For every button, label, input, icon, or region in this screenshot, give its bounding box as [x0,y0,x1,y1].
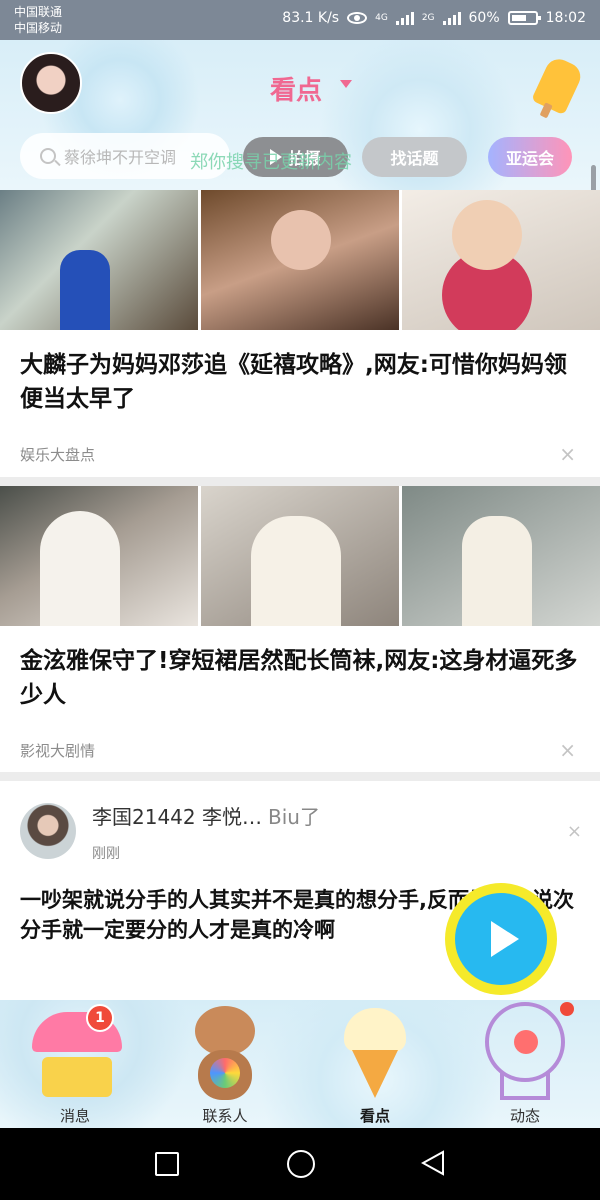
post-author-line[interactable]: 李国21442 李悦… Biu了 [92,801,320,830]
ferris-wheel-icon [480,1002,570,1102]
topic-label: 找话题 [390,149,439,168]
thumbnail-image[interactable] [0,486,198,626]
bear-icon [190,1006,260,1102]
card-source: 娱乐大盘点 [20,446,96,464]
carrier-2: 中国移动 [14,21,63,35]
thumbnail-image[interactable] [201,190,399,330]
recent-apps-icon[interactable] [155,1152,179,1176]
nav-contacts[interactable]: 联系人 [150,1000,300,1128]
play-fab-inner [455,893,547,985]
card-headline[interactable]: 金泫雅保守了!穿短裙居然配长筒袜,网友:这身材逼死多少人 [0,626,600,718]
carrier-1: 中国联通 [14,5,63,19]
status-bar: 中国联通 中国移动 83.1 K/s 4G 2G 60% 18:02 [0,0,600,40]
clock: 18:02 [545,10,586,26]
nav-messages[interactable]: 1 消息 [0,1000,150,1128]
close-icon[interactable]: × [567,821,582,842]
signal-icon [395,11,414,25]
find-topic-button[interactable]: 找话题 [362,137,467,177]
network-type-1: 4G [375,13,388,23]
card-meta: 娱乐大盘点 × [0,422,600,477]
post-author: 李国21442 李悦… [92,805,262,829]
chevron-down-icon[interactable] [340,80,352,88]
user-avatar[interactable] [20,803,76,859]
nav-messages-label: 消息 [59,1107,90,1125]
play-icon [491,921,519,957]
thumbnail-image[interactable] [402,190,600,330]
thumbnail-row [0,486,600,626]
unread-badge: 1 [86,1004,114,1032]
home-icon[interactable] [287,1150,315,1178]
back-icon[interactable] [421,1150,445,1176]
thumbnail-row [0,190,600,330]
header: 看点 蔡徐坤不开空调 拍摄 找话题 亚运会 郑你搜寻已更新内容 [0,40,600,205]
post-time: 刚刚 [92,846,120,862]
system-nav-bar [0,1128,600,1200]
signal-icon [442,11,461,25]
search-icon [40,148,56,164]
popsicle-icon[interactable] [531,54,585,116]
update-toast: 郑你搜寻已更新内容 [190,152,352,173]
news-card[interactable]: 金泫雅保守了!穿短裙居然配长筒袜,网友:这身材逼死多少人 影视大剧情 × [0,486,600,772]
asian-games-button[interactable]: 亚运会 [488,137,572,177]
bottom-nav: 1 消息 联系人 看点 动态 [0,1000,600,1128]
battery-percent: 60% [468,10,500,26]
close-icon[interactable]: × [559,442,576,466]
status-indicators: 83.1 K/s 4G 2G 60% 18:02 [282,10,586,26]
nav-kandian-label: 看点 [359,1107,390,1125]
page-title[interactable]: 看点 [270,70,322,107]
thumbnail-image[interactable] [201,486,399,626]
carrier-info: 中国联通 中国移动 [14,4,62,36]
games-label: 亚运会 [505,149,554,168]
close-icon[interactable]: × [559,738,576,762]
profile-avatar[interactable] [20,52,82,114]
network-type-2: 2G [421,13,435,23]
post-action: Biu了 [267,805,320,829]
notification-dot [560,1002,574,1016]
search-placeholder: 蔡徐坤不开空调 [64,148,177,167]
card-headline[interactable]: 大麟子为妈妈邓莎追《延禧攻略》,网友:可惜你妈妈领便当太早了 [0,330,600,422]
battery-icon [507,11,541,25]
play-fab-button[interactable] [445,883,557,995]
nav-contacts-label: 联系人 [202,1107,248,1125]
card-meta: 影视大剧情 × [0,718,600,773]
nav-kandian[interactable]: 看点 [300,1000,450,1128]
thumbnail-image[interactable] [0,190,198,330]
news-card[interactable]: 大麟子为妈妈邓莎追《延禧攻略》,网友:可惜你妈妈领便当太早了 娱乐大盘点 × [0,190,600,477]
nav-feeds-label: 动态 [509,1107,540,1125]
thumbnail-image[interactable] [402,486,600,626]
card-source: 影视大剧情 [20,742,96,760]
network-speed: 83.1 K/s [282,10,340,26]
nav-feeds[interactable]: 动态 [450,1000,600,1128]
eye-icon [347,12,368,24]
ice-cream-icon [340,1000,410,1100]
